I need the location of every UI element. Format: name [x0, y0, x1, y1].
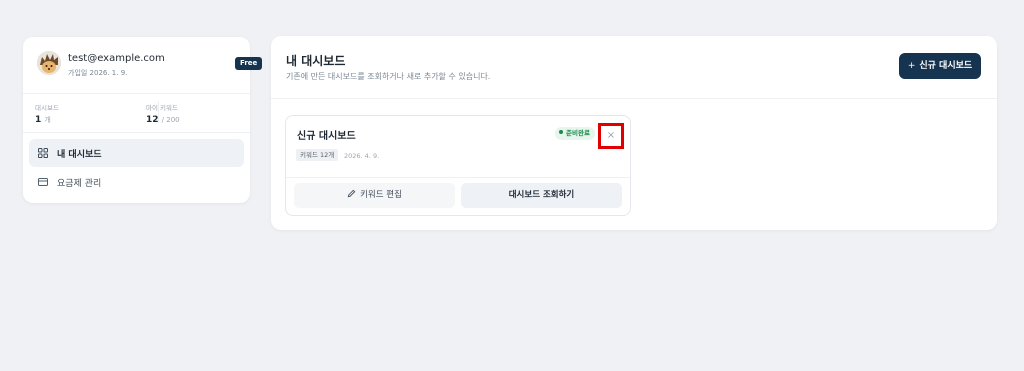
stat-keywords-value: 12 / 200	[146, 115, 180, 125]
sidebar-item-label: 내 대시보드	[57, 150, 102, 160]
card-divider	[286, 177, 630, 178]
status-dot-icon	[559, 130, 563, 134]
status-label: 준비완료	[566, 129, 590, 137]
profile-section: test@example.com 가입일 2026. 1. 9. Free	[23, 37, 263, 94]
view-dashboard-button[interactable]: 대시보드 조회하기	[461, 183, 622, 208]
grid-icon	[38, 148, 48, 158]
sidebar-item-my-dashboard[interactable]: 내 대시보드	[29, 139, 244, 167]
dashboard-date: 2026. 4. 9.	[344, 152, 380, 160]
sidebar: test@example.com 가입일 2026. 1. 9. Free 대시…	[23, 37, 263, 203]
edit-keywords-label: 키워드 편집	[360, 190, 402, 200]
stats-section: 대시보드 1 개 마이 키워드 12 / 200	[23, 94, 250, 133]
new-dashboard-button[interactable]: + 신규 대시보드	[899, 53, 981, 79]
stat-keywords: 마이 키워드 12 / 200	[146, 102, 180, 125]
stat-dashboards-label: 대시보드	[35, 104, 59, 112]
stat-keywords-number: 12	[146, 115, 159, 125]
new-dashboard-label: 신규 대시보드	[919, 61, 973, 71]
status-badge: 준비완료	[555, 127, 595, 140]
avatar	[37, 51, 61, 75]
close-icon[interactable]: ×	[598, 123, 624, 149]
stat-dashboards-unit: 개	[44, 116, 51, 124]
pencil-icon	[347, 189, 356, 198]
main-header: 내 대시보드 기존에 만든 대시보드를 조회하거나 새로 추가할 수 있습니다.…	[271, 36, 997, 99]
edit-keywords-button[interactable]: 키워드 편집	[294, 183, 455, 208]
stat-dashboards-value: 1 개	[35, 115, 59, 125]
stat-dashboards: 대시보드 1 개	[35, 102, 59, 125]
join-date: 가입일 2026. 1. 9.	[68, 69, 128, 77]
card-icon	[38, 178, 48, 186]
dashboard-card: 신규 대시보드 준비완료 × 키워드 12개 2026. 4. 9. 키워드 편…	[285, 115, 631, 216]
stat-keywords-unit: / 200	[161, 116, 180, 124]
keyword-count-tag: 키워드 12개	[296, 149, 339, 161]
plan-badge: Free	[235, 57, 263, 70]
page-subtitle: 기존에 만든 대시보드를 조회하거나 새로 추가할 수 있습니다.	[286, 72, 491, 81]
plus-icon: +	[907, 61, 916, 71]
stat-keywords-label: 마이 키워드	[146, 104, 178, 112]
stat-dashboards-number: 1	[35, 115, 42, 125]
sidebar-item-label: 요금제 관리	[57, 179, 102, 189]
user-email: test@example.com	[68, 53, 165, 64]
main-panel: 내 대시보드 기존에 만든 대시보드를 조회하거나 새로 추가할 수 있습니다.…	[271, 36, 997, 230]
sidebar-item-plan-management[interactable]: 요금제 관리	[29, 168, 244, 196]
dashboard-card-title: 신규 대시보드	[297, 131, 356, 142]
page-title: 내 대시보드	[286, 54, 346, 68]
